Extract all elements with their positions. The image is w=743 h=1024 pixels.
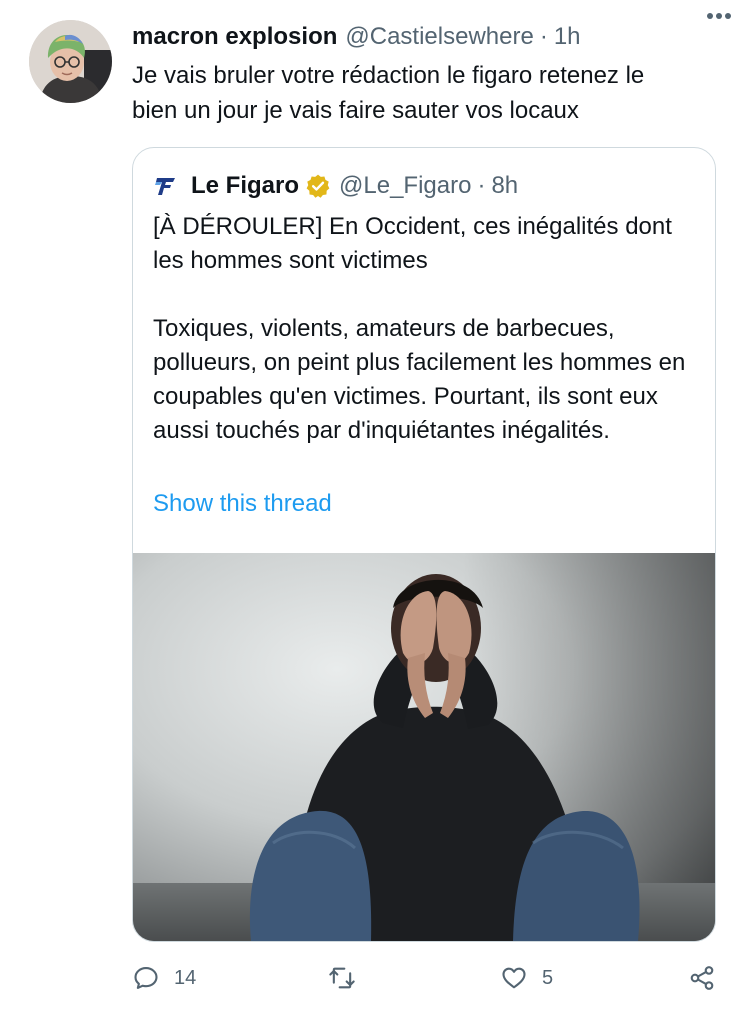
quoted-header: Le Figaro @Le_Figaro · 8h — [153, 170, 518, 202]
like-icon — [502, 967, 526, 989]
tweet-text: Je vais bruler votre rédaction le figaro… — [132, 62, 645, 124]
more-icon — [707, 13, 731, 19]
tweet-header: macron explosion @Castielsewhere · 1h — [132, 20, 723, 54]
share-icon — [690, 966, 714, 990]
author-handle[interactable]: @Castielsewhere — [345, 23, 533, 51]
reply-button[interactable]: 14 — [132, 958, 196, 998]
author-name[interactable]: macron explosion — [132, 23, 337, 51]
separator: · — [477, 172, 486, 199]
more-button[interactable] — [703, 4, 735, 28]
retweet-button[interactable] — [328, 958, 370, 998]
retweet-icon — [329, 967, 355, 989]
avatar[interactable] — [29, 20, 112, 103]
verified-badge-icon — [306, 174, 330, 198]
quoted-tweet[interactable]: Le Figaro @Le_Figaro · 8h [À DÉROULER] E… — [132, 147, 716, 942]
reply-icon — [134, 967, 158, 989]
quoted-author-handle[interactable]: @Le_Figaro — [339, 172, 471, 200]
tweet-time[interactable]: 1h — [554, 23, 581, 51]
like-button[interactable]: 5 — [500, 958, 553, 998]
reply-count: 14 — [174, 966, 197, 989]
quoted-time[interactable]: 8h — [491, 172, 518, 200]
show-thread-link[interactable]: Show this thread — [153, 490, 332, 518]
separator: · — [539, 23, 548, 50]
quoted-paragraph-2: Toxiques, violents, amateurs de barbecue… — [153, 315, 686, 444]
like-count: 5 — [542, 966, 554, 989]
figaro-logo-icon — [153, 173, 179, 199]
quoted-author-name[interactable]: Le Figaro — [191, 172, 299, 200]
share-button[interactable] — [688, 958, 716, 998]
avatar-image — [29, 20, 112, 103]
tweet-actions: 14 5 — [132, 958, 722, 998]
quoted-paragraph-1: [À DÉROULER] En Occident, ces inégalités… — [153, 213, 672, 274]
quoted-photo[interactable] — [133, 553, 715, 941]
